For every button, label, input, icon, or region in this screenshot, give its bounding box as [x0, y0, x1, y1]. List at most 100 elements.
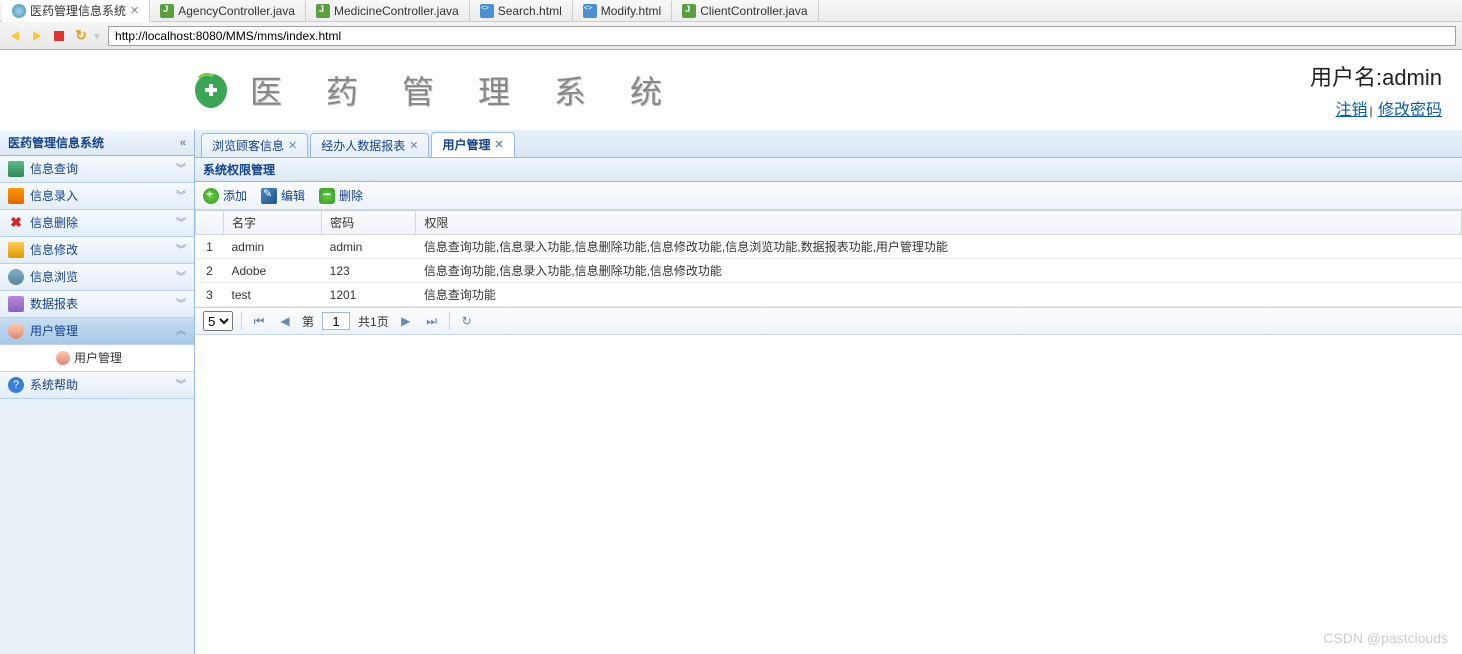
- browser-toolbar: ↻ ▾: [0, 22, 1462, 50]
- add-icon: [203, 188, 219, 204]
- table-cell: 123: [322, 259, 416, 283]
- sidebar-item[interactable]: 信息录入︾: [0, 183, 194, 210]
- ic-search-icon: [8, 161, 24, 177]
- ic-user-icon: [8, 323, 24, 339]
- ide-tab[interactable]: 医药管理信息系统 ✕: [2, 0, 150, 22]
- user-icon: [56, 351, 70, 365]
- table-cell: admin: [322, 235, 416, 259]
- chevron-icon: ︾: [176, 156, 186, 183]
- content-tabs: 浏览顾客信息✕经办人数据报表✕用户管理✕: [195, 130, 1462, 158]
- ide-tab[interactable]: Modify.html: [573, 1, 672, 21]
- panel-title: 系统权限管理: [195, 158, 1462, 182]
- stop-icon: [54, 31, 64, 41]
- first-page-button[interactable]: ⏮: [250, 312, 268, 330]
- ic-help-icon: ?: [8, 377, 24, 393]
- sidebar-item[interactable]: 信息修改︾: [0, 237, 194, 264]
- chevron-icon: ︽: [176, 318, 186, 345]
- page-size-select[interactable]: 5: [203, 311, 233, 331]
- sidebar-collapse-icon[interactable]: «: [180, 130, 186, 156]
- delete-button[interactable]: 删除: [319, 187, 363, 204]
- table-row[interactable]: 2Adobe123信息查询功能,信息录入功能,信息删除功能,信息修改功能: [196, 259, 1462, 283]
- refresh-button[interactable]: ↻: [72, 27, 90, 45]
- ide-tab-label: Search.html: [498, 4, 562, 18]
- table-cell: admin: [224, 235, 322, 259]
- logo-icon: [190, 70, 232, 110]
- html-file-icon: [480, 4, 494, 18]
- sidebar-item-label: 数据报表: [30, 291, 78, 318]
- content-tab-label: 用户管理: [442, 133, 490, 157]
- close-icon[interactable]: ✕: [130, 4, 139, 17]
- content-tab-label: 浏览顾客信息: [212, 134, 284, 158]
- ide-tab-label: 医药管理信息系统: [30, 2, 126, 19]
- table-row[interactable]: 1adminadmin信息查询功能,信息录入功能,信息删除功能,信息修改功能,信…: [196, 235, 1462, 259]
- last-page-button[interactable]: ⏭: [423, 312, 441, 330]
- table-cell: 信息查询功能: [416, 283, 1462, 307]
- ide-tab-label: ClientController.java: [700, 4, 807, 18]
- sidebar: 医药管理信息系统 « 信息查询︾信息录入︾✖信息删除︾信息修改︾信息浏览︾数据报…: [0, 130, 195, 654]
- sidebar-item-label: 系统帮助: [30, 372, 78, 399]
- column-header[interactable]: 密码: [322, 211, 416, 235]
- sidebar-item-label: 信息录入: [30, 183, 78, 210]
- sidebar-item[interactable]: ✖信息删除︾: [0, 210, 194, 237]
- sidebar-item[interactable]: 用户管理 ︽: [0, 318, 194, 345]
- ide-tab[interactable]: AgencyController.java: [150, 1, 306, 21]
- content-tab[interactable]: 浏览顾客信息✕: [201, 133, 308, 157]
- page-total: 共1页: [358, 313, 389, 330]
- sidebar-title: 医药管理信息系统 «: [0, 130, 194, 156]
- close-icon[interactable]: ✕: [409, 134, 418, 158]
- arrow-left-icon: [11, 31, 19, 41]
- logo-text: 医 药 管 理 系 统: [250, 67, 680, 113]
- prev-page-button[interactable]: ◀: [276, 312, 294, 330]
- content-tab[interactable]: 经办人数据报表✕: [310, 133, 429, 157]
- ic-del-icon: ✖: [8, 215, 24, 231]
- table-cell: 3: [196, 283, 224, 307]
- html-file-icon: [583, 4, 597, 18]
- forward-button[interactable]: [28, 27, 46, 45]
- close-icon[interactable]: ✕: [288, 134, 297, 158]
- content-tab-label: 经办人数据报表: [321, 134, 405, 158]
- reload-button[interactable]: ↻: [458, 312, 476, 330]
- table-cell: 1201: [322, 283, 416, 307]
- ic-add-icon: [8, 188, 24, 204]
- java-file-icon: [160, 4, 174, 18]
- user-label: 用户名:admin: [1310, 60, 1442, 92]
- column-header[interactable]: 权限: [416, 211, 1462, 235]
- sidebar-item[interactable]: 数据报表︾: [0, 291, 194, 318]
- edit-icon: [261, 188, 277, 204]
- page-input[interactable]: [322, 312, 350, 330]
- table-row[interactable]: 3test1201信息查询功能: [196, 283, 1462, 307]
- stop-button[interactable]: [50, 27, 68, 45]
- logout-link[interactable]: 注销: [1336, 102, 1368, 119]
- table-cell: 2: [196, 259, 224, 283]
- next-page-button[interactable]: ▶: [397, 312, 415, 330]
- url-input[interactable]: [108, 26, 1456, 46]
- change-password-link[interactable]: 修改密码: [1378, 102, 1442, 119]
- chevron-icon: ︾: [176, 237, 186, 264]
- panel-toolbar: 添加 编辑 删除: [195, 182, 1462, 210]
- sidebar-item-label: 信息查询: [30, 156, 78, 183]
- content-tab[interactable]: 用户管理✕: [431, 132, 514, 157]
- page-header: 医 药 管 理 系 统 用户名:admin 注销| 修改密码: [0, 50, 1462, 130]
- close-icon[interactable]: ✕: [494, 133, 503, 157]
- column-header[interactable]: 名字: [224, 211, 322, 235]
- sidebar-item[interactable]: 信息浏览︾: [0, 264, 194, 291]
- back-button[interactable]: [6, 27, 24, 45]
- edit-button[interactable]: 编辑: [261, 187, 305, 204]
- data-table: 名字密码权限 1adminadmin信息查询功能,信息录入功能,信息删除功能,信…: [195, 210, 1462, 307]
- ide-tab-label: Modify.html: [601, 4, 661, 18]
- sidebar-item[interactable]: ? 系统帮助 ︾: [0, 372, 194, 399]
- ide-tab[interactable]: Search.html: [470, 1, 573, 21]
- ide-tab-bar: 医药管理信息系统 ✕ AgencyController.javaMedicineCo…: [0, 0, 1462, 22]
- content-area: 浏览顾客信息✕经办人数据报表✕用户管理✕ 系统权限管理 添加 编辑 删除 名字密…: [195, 130, 1462, 654]
- table-cell: 信息查询功能,信息录入功能,信息删除功能,信息修改功能: [416, 259, 1462, 283]
- sidebar-item[interactable]: 信息查询 ︾: [0, 156, 194, 183]
- sidebar-subitem[interactable]: 用户管理: [0, 345, 194, 372]
- ide-tab[interactable]: ClientController.java: [672, 1, 818, 21]
- ide-tab[interactable]: MedicineController.java: [306, 1, 470, 21]
- column-header[interactable]: [196, 211, 224, 235]
- add-button[interactable]: 添加: [203, 187, 247, 204]
- chevron-icon: ︾: [176, 210, 186, 237]
- table-cell: 1: [196, 235, 224, 259]
- sidebar-item-label: 用户管理: [30, 318, 78, 345]
- chevron-icon: ︾: [176, 372, 186, 399]
